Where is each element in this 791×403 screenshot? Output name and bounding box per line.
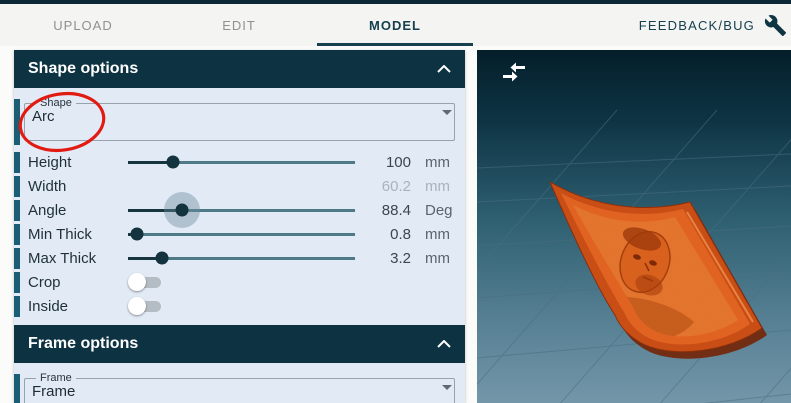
slider-label: Width <box>28 177 67 195</box>
slider-unit: mm <box>425 249 450 267</box>
tab-edit[interactable]: EDIT <box>161 4 317 46</box>
slider-label: Angle <box>28 201 67 219</box>
slider-track <box>128 233 355 236</box>
toggle-knob[interactable] <box>128 273 146 291</box>
frame-select-value: Frame <box>32 383 76 400</box>
slider-knob[interactable] <box>175 203 189 217</box>
slider-unit: Deg <box>425 201 453 219</box>
chevron-down-icon[interactable] <box>442 110 452 115</box>
row-accent-bar <box>14 374 20 403</box>
arc-plate <box>548 180 767 359</box>
tab-upload-label: UPLOAD <box>53 17 113 33</box>
slider-row-min-thick: Min Thick 0.8 mm <box>14 222 465 246</box>
chevron-up-icon[interactable] <box>437 340 451 348</box>
toggle-label: Crop <box>28 273 61 291</box>
row-accent-bar <box>14 223 20 245</box>
top-navigation: UPLOAD EDIT MODEL FEEDBACK/BUG <box>0 4 791 46</box>
nav-right-group: FEEDBACK/BUG <box>639 4 787 46</box>
toggle-label: Inside <box>28 297 69 315</box>
slider-unit: mm <box>425 153 450 171</box>
slider-value: 100 <box>385 153 411 171</box>
options-sidebar: Shape options Shape Arc Height 100 mm Wi… <box>14 50 465 403</box>
chevron-up-icon[interactable] <box>437 65 451 73</box>
toggle-row-crop: Crop <box>14 270 465 294</box>
lithophane-model[interactable] <box>477 50 791 403</box>
slider-knob[interactable] <box>166 155 180 169</box>
inside-toggle[interactable] <box>128 294 164 318</box>
slider-knob[interactable] <box>130 227 144 241</box>
angle-slider[interactable] <box>128 192 355 228</box>
tab-upload[interactable]: UPLOAD <box>5 4 161 46</box>
slider-label: Max Thick <box>28 249 97 267</box>
shape-options-title: Shape options <box>28 60 139 77</box>
shape-select-block: Shape Arc <box>14 88 465 150</box>
frame-options-header[interactable]: Frame options <box>14 325 465 363</box>
row-accent-bar <box>14 295 20 317</box>
collapse-arrows-icon[interactable] <box>501 61 527 88</box>
shape-select-value: Arc <box>32 108 55 125</box>
slider-value: 60.2 <box>381 177 411 195</box>
toggle-knob[interactable] <box>128 297 146 315</box>
wrench-icon[interactable] <box>764 14 787 37</box>
crop-toggle[interactable] <box>128 270 164 294</box>
min-thick-slider[interactable] <box>128 222 355 246</box>
chevron-down-icon[interactable] <box>442 385 452 390</box>
row-accent-bar <box>14 175 20 197</box>
slider-row-angle: Angle 88.4 Deg <box>14 192 465 228</box>
row-accent-bar <box>14 151 20 173</box>
slider-value: 88.4 <box>381 201 411 219</box>
max-thick-slider[interactable] <box>128 246 355 270</box>
slider-unit: mm <box>425 177 450 195</box>
tab-bar: UPLOAD EDIT MODEL <box>5 4 473 46</box>
frame-select[interactable]: Frame Frame <box>24 372 455 403</box>
slider-value: 0.8 <box>390 225 411 243</box>
slider-label: Height <box>28 153 72 171</box>
feedback-bug-link[interactable]: FEEDBACK/BUG <box>639 18 755 33</box>
tab-model[interactable]: MODEL <box>317 4 473 46</box>
slider-knob[interactable] <box>155 251 169 265</box>
shape-select[interactable]: Shape Arc <box>24 97 455 141</box>
tab-edit-label: EDIT <box>222 17 256 33</box>
frame-select-block: Frame Frame <box>14 363 465 403</box>
row-accent-bar <box>14 199 20 221</box>
shape-options-header[interactable]: Shape options <box>14 50 465 88</box>
tab-model-label: MODEL <box>369 17 421 33</box>
toggle-row-inside: Inside <box>14 294 465 318</box>
row-accent-bar <box>14 99 20 145</box>
slider-label: Min Thick <box>28 225 92 243</box>
slider-value: 3.2 <box>390 249 411 267</box>
height-slider[interactable] <box>128 150 355 174</box>
tab-active-underline <box>317 43 473 46</box>
slider-unit: mm <box>425 225 450 243</box>
slider-row-width: Width 60.2 mm <box>14 174 465 198</box>
frame-options-title: Frame options <box>28 335 139 352</box>
row-accent-bar <box>14 247 20 269</box>
3d-viewport[interactable] <box>477 50 791 403</box>
slider-row-max-thick: Max Thick 3.2 mm <box>14 246 465 270</box>
row-accent-bar <box>14 271 20 293</box>
slider-row-height: Height 100 mm <box>14 150 465 174</box>
